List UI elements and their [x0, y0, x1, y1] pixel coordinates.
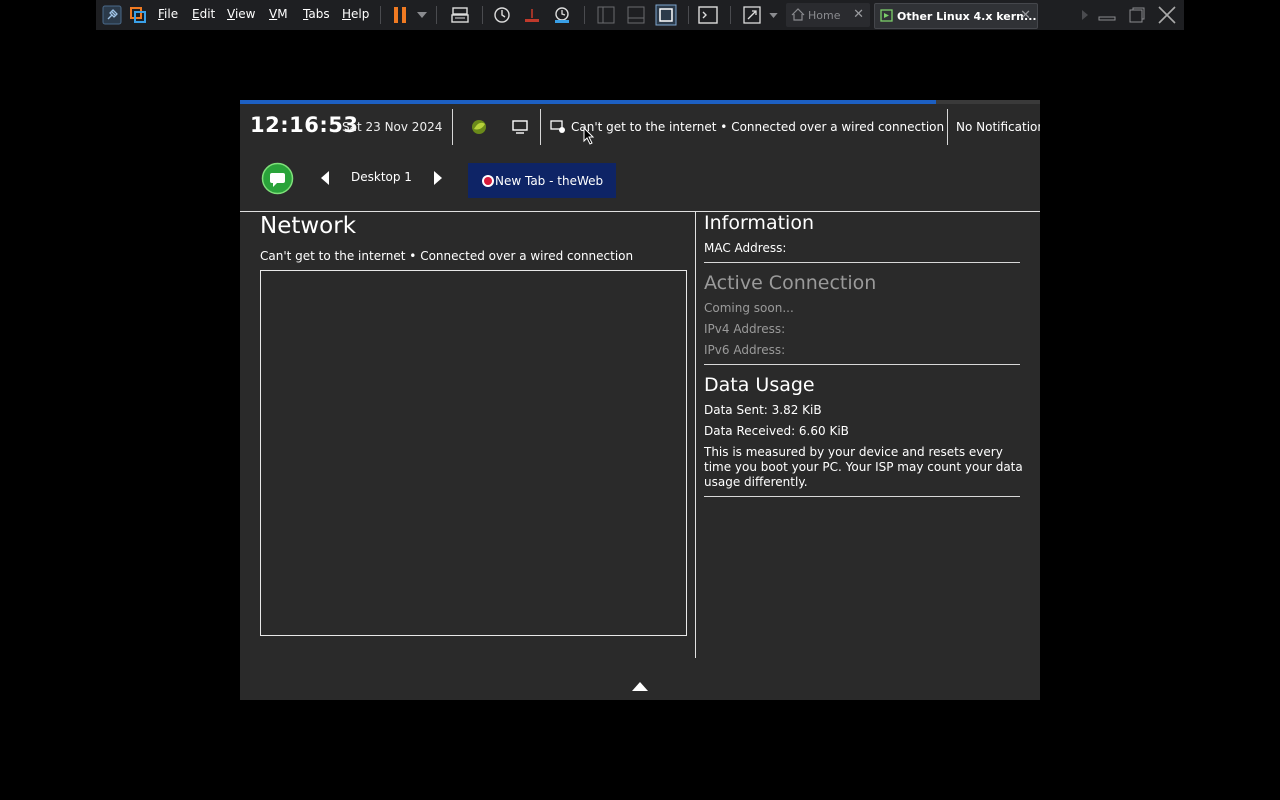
tab-home-label: Home	[808, 8, 841, 22]
chevron-up-icon[interactable]	[632, 676, 648, 695]
pin-icon[interactable]	[100, 0, 124, 30]
stretch-guest-icon[interactable]	[740, 0, 764, 30]
close-icon[interactable]: ✕	[1020, 8, 1031, 23]
send-keys-icon[interactable]	[448, 0, 472, 30]
divider	[947, 109, 948, 145]
chevron-down-icon[interactable]	[414, 0, 430, 30]
data-usage-note: This is measured by your device and rese…	[704, 445, 1023, 489]
vm-icon	[880, 9, 893, 22]
chevron-down-icon[interactable]	[766, 0, 780, 30]
information-heading: Information	[704, 212, 814, 234]
thumbnail-bar-icon[interactable]	[624, 0, 648, 30]
coming-soon-text: Coming soon...	[704, 301, 794, 315]
revert-snapshot-icon[interactable]	[520, 0, 544, 30]
fullscreen-icon[interactable]	[654, 0, 678, 30]
previous-desktop-icon[interactable]	[320, 170, 330, 189]
restore-icon[interactable]	[1126, 0, 1148, 30]
divider	[540, 109, 541, 145]
ipv4-address-label: IPv4 Address:	[704, 322, 786, 336]
desktop-bar: Desktop 1 New Tab - theWeb	[240, 160, 1040, 204]
date: Sat 23 Nov 2024	[342, 120, 443, 134]
data-usage-heading: Data Usage	[704, 374, 815, 396]
menu-help[interactable]: Help	[342, 0, 369, 30]
data-sent-text: Data Sent: 3.82 KiB	[704, 403, 822, 417]
menu-vm[interactable]: VM	[269, 0, 288, 30]
tab-home[interactable]: Home ✕	[786, 3, 870, 27]
library-icon[interactable]	[126, 0, 150, 30]
menu-file[interactable]: File	[158, 0, 178, 30]
minimize-icon[interactable]	[1096, 0, 1118, 30]
toolbar-separator	[436, 6, 437, 24]
mouse-cursor-icon	[583, 126, 595, 149]
close-window-icon[interactable]	[1156, 0, 1178, 30]
console-view-icon[interactable]	[696, 0, 720, 30]
progress-bar	[240, 100, 1040, 104]
tab-linux-vm-label: Other Linux 4.x kern...	[897, 9, 1037, 23]
desktop-label: Desktop 1	[351, 170, 412, 184]
screen-icon[interactable]	[512, 120, 528, 138]
menu-edit[interactable]: Edit	[192, 0, 215, 30]
data-received-text: Data Received: 6.60 KiB	[704, 424, 849, 438]
ipv6-address-label: IPv6 Address:	[704, 343, 786, 357]
progress-bar-fill	[240, 100, 936, 104]
snapshot-icon[interactable]	[490, 0, 514, 30]
toolbar-separator	[584, 6, 585, 24]
divider	[704, 496, 1020, 497]
next-desktop-icon[interactable]	[433, 170, 443, 189]
tab-scroll-right-icon[interactable]	[1078, 0, 1092, 30]
theweb-icon	[482, 175, 494, 187]
toolbar-separator	[730, 6, 731, 24]
divider	[240, 211, 1040, 212]
vmware-toolbar: File Edit View VM Tabs Help Home ✕ Other…	[96, 0, 1184, 30]
page-title: Network	[260, 213, 357, 239]
toolbar-separator	[688, 6, 689, 24]
app-menu-icon[interactable]	[261, 162, 294, 199]
divider	[704, 262, 1020, 263]
guest-screen[interactable]: 12:16:53 Sat 23 Nov 2024 Can't get to th…	[240, 100, 1040, 700]
pause-icon[interactable]	[388, 0, 412, 30]
menu-tabs[interactable]: Tabs	[303, 0, 330, 30]
divider	[704, 364, 1020, 365]
tab-linux-vm[interactable]: Other Linux 4.x kern... ✕	[874, 3, 1038, 29]
divider	[695, 211, 696, 658]
snapshot-manager-icon[interactable]	[550, 0, 574, 30]
guest-top-bar: 12:16:53 Sat 23 Nov 2024 Can't get to th…	[240, 106, 1040, 148]
network-status-text[interactable]: Can't get to the internet • Connected ov…	[571, 120, 944, 134]
notifications-text[interactable]: No Notifications	[956, 120, 1040, 134]
toolbar-separator	[482, 6, 483, 24]
home-icon	[791, 8, 805, 21]
wired-network-icon[interactable]	[550, 120, 566, 138]
taskbar-window-label: New Tab - theWeb	[495, 173, 604, 188]
network-subtitle: Can't get to the internet • Connected ov…	[260, 249, 634, 263]
active-connection-heading: Active Connection	[704, 272, 877, 294]
network-list[interactable]	[260, 270, 687, 636]
mac-address-label: MAC Address:	[704, 241, 787, 255]
menu-view[interactable]: View	[227, 0, 255, 30]
close-icon[interactable]: ✕	[853, 7, 864, 22]
toolbar-separator	[380, 6, 381, 24]
taskbar-window-button[interactable]: New Tab - theWeb	[468, 163, 616, 198]
leaf-icon[interactable]	[470, 118, 488, 140]
show-sidebar-icon[interactable]	[594, 0, 618, 30]
divider	[452, 109, 453, 145]
